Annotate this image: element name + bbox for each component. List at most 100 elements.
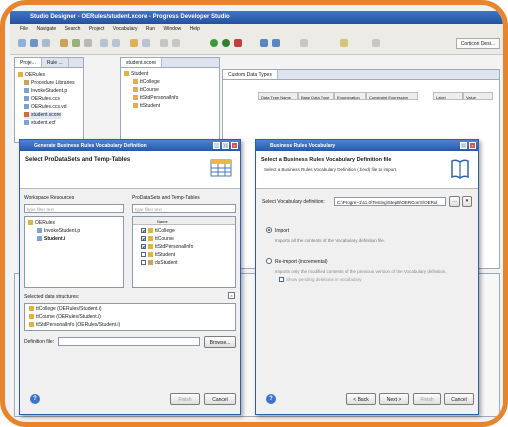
tool-icon[interactable] xyxy=(160,39,168,47)
tool-icon[interactable] xyxy=(300,39,308,47)
ttstdpersonalinfo-checkbox[interactable] xyxy=(141,244,146,249)
finish-button[interactable]: Finish xyxy=(413,393,441,405)
browse-button[interactable]: Browse... xyxy=(204,336,236,348)
import-radio[interactable] xyxy=(266,227,272,233)
vocab-node-student[interactable]: Student xyxy=(124,71,148,78)
tab-custom-data-types[interactable]: Custom Data Types xyxy=(223,70,278,79)
new-icon[interactable] xyxy=(18,39,26,47)
help-icon[interactable]: ? xyxy=(266,394,276,404)
tool-icon[interactable] xyxy=(172,39,180,47)
tool-icon[interactable] xyxy=(372,39,380,47)
table-row-dsstudent[interactable]: dsStudent xyxy=(141,260,178,267)
ttcollege-checkbox[interactable] xyxy=(141,228,146,233)
finish-button[interactable]: Finish xyxy=(170,393,200,405)
tree-item-procedure-libraries[interactable]: Procedure Libraries xyxy=(24,80,75,87)
minimize-icon[interactable]: _ xyxy=(213,142,220,149)
undo-icon[interactable] xyxy=(100,39,108,47)
next-button[interactable]: Next > xyxy=(379,393,409,405)
grid-col-enumeration[interactable]: Enumeration xyxy=(334,92,366,100)
table-row-ttstdpersonalinfo[interactable]: ttStdPersonalInfo xyxy=(141,244,193,251)
menu-project[interactable]: Project xyxy=(89,26,105,32)
tree-item-student-ecf[interactable]: student.ecf xyxy=(24,120,55,127)
definition-file-input[interactable] xyxy=(58,337,200,346)
file-icon xyxy=(37,236,42,241)
redo-icon[interactable] xyxy=(112,39,120,47)
cancel-button[interactable]: Cancel xyxy=(444,393,474,405)
grid-col-constraint-expression[interactable]: Constraint Expression xyxy=(366,92,418,100)
debug-icon[interactable] xyxy=(222,39,230,47)
prodatasets-label: ProDataSets and Temp-Tables xyxy=(132,195,200,201)
menu-navigate[interactable]: Navigate xyxy=(36,26,56,32)
pending-deletions-option[interactable]: Show pending deletions in vocabulary xyxy=(279,277,362,282)
save-icon[interactable] xyxy=(30,39,38,47)
tab-project[interactable]: Proje... xyxy=(15,58,42,67)
dialog-header: Select ProDataSets and Temp-Tables xyxy=(20,151,240,189)
run-icon[interactable] xyxy=(210,39,218,47)
menu-file[interactable]: File xyxy=(20,26,28,32)
folder-icon[interactable] xyxy=(60,39,68,47)
table-row-ttstudent[interactable]: ttStudent xyxy=(141,252,175,259)
tool-icon[interactable] xyxy=(340,39,348,47)
tab-rule[interactable]: Rule ... xyxy=(42,58,69,67)
reimport-description: Imports only the modified contents of th… xyxy=(275,269,447,274)
prodataset-filter-input[interactable]: type filter text xyxy=(132,204,236,213)
maximize-icon[interactable]: □ xyxy=(222,142,229,149)
reimport-radio[interactable] xyxy=(266,258,272,264)
nav-back-icon[interactable] xyxy=(260,39,268,47)
vocab-node-ttstudent[interactable]: ttStudent xyxy=(133,103,160,110)
grid-col-base-data-type[interactable]: Base Data Type xyxy=(298,92,334,100)
tab-student-xcore[interactable]: student.xcore xyxy=(121,58,163,67)
close-icon[interactable]: × xyxy=(231,142,238,149)
vocabulary-definition-input[interactable]: C:\Progre~1\11.0\Testing\StepB\OERCorrS\… xyxy=(334,197,446,206)
menu-vocabulary[interactable]: Vocabulary xyxy=(113,26,138,32)
close-icon[interactable]: × xyxy=(469,142,476,149)
tree-item-oerules-vd[interactable]: OERules.ccs.vd xyxy=(24,104,67,111)
cancel-button[interactable]: Cancel xyxy=(204,393,236,405)
back-button[interactable]: < Back xyxy=(346,393,376,405)
vocab-node-ttstdpersonalinfo[interactable]: ttStdPersonalInfo xyxy=(133,95,178,102)
remove-icon[interactable]: × xyxy=(228,292,235,299)
pending-deletions-checkbox[interactable] xyxy=(279,277,284,282)
help-icon[interactable]: ? xyxy=(30,394,40,404)
tree-item-oerules[interactable]: OERules xyxy=(18,72,45,79)
ws-node-invokestudent[interactable]: InvokeStudent.p xyxy=(37,228,80,235)
maximize-icon[interactable]: □ xyxy=(460,142,467,149)
stop-icon[interactable] xyxy=(234,39,242,47)
tree-item-invokestudent[interactable]: InvokeStudent.p xyxy=(24,88,67,95)
tree-item-student-xcore[interactable]: student.xcore xyxy=(24,112,62,119)
vocab-node-ttcourse[interactable]: ttCourse xyxy=(133,87,159,94)
tree-item-oerules-ccs[interactable]: OERules.ccs xyxy=(24,96,60,103)
search-icon[interactable] xyxy=(130,39,138,47)
ws-node-student-i[interactable]: Student.i xyxy=(37,236,65,243)
grid-col-value[interactable]: Value xyxy=(463,92,493,100)
file-icon xyxy=(24,104,29,109)
selected-item-ttstdpersonalinfo[interactable]: ttStdPersonalInfo (OERules/Student.i) xyxy=(29,322,120,329)
grid-col-data-type-name[interactable]: Data Type Name xyxy=(258,92,298,100)
settings-icon[interactable] xyxy=(84,39,92,47)
dropdown-icon[interactable]: ▾ xyxy=(462,196,472,207)
workspace-filter-input[interactable]: type filter text xyxy=(24,204,124,213)
find-icon[interactable] xyxy=(142,39,150,47)
browse-file-button[interactable]: … xyxy=(449,196,460,207)
dsstudent-checkbox[interactable] xyxy=(141,260,146,265)
menu-run[interactable]: Run xyxy=(146,26,155,32)
build-icon[interactable] xyxy=(72,39,80,47)
grid-col-label[interactable]: Label xyxy=(433,92,463,100)
table-row-ttcourse[interactable]: ttCourse xyxy=(141,236,174,243)
folder-icon xyxy=(28,220,33,225)
vocab-node-ttcollege[interactable]: ttCollege xyxy=(133,79,160,86)
table-row-ttcollege[interactable]: ttCollege xyxy=(141,228,175,235)
selected-item-ttcourse[interactable]: ttCourse (OERules/Student.i) xyxy=(29,314,101,321)
nav-forward-icon[interactable] xyxy=(272,39,280,47)
menu-window[interactable]: Window xyxy=(163,26,181,32)
ttcourse-checkbox[interactable] xyxy=(141,236,146,241)
print-icon[interactable] xyxy=(42,39,50,47)
ttstudent-checkbox[interactable] xyxy=(141,252,146,257)
menu-help[interactable]: Help xyxy=(190,26,200,32)
reimport-label: Re-import (incremental) xyxy=(275,259,328,265)
ws-node-oerules[interactable]: OERules xyxy=(28,220,55,227)
perspective-button[interactable]: Corticon Desi... xyxy=(455,38,500,49)
entity-icon xyxy=(133,95,138,100)
selected-item-ttcollege[interactable]: ttCollege (OERules/Student.i) xyxy=(29,306,102,313)
menu-search[interactable]: Search xyxy=(65,26,81,32)
